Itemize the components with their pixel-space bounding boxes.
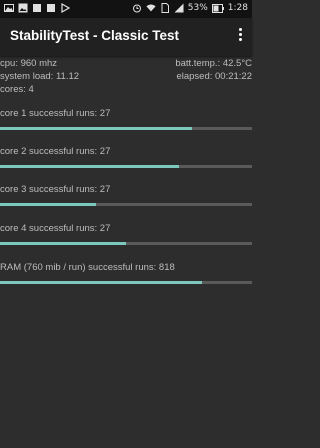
core-4-progress-bar — [0, 242, 252, 245]
battery-temperature: batt.temp.: 42.5°C — [175, 58, 252, 69]
elapsed-time: elapsed: 00:21:22 — [176, 71, 252, 82]
system-icons: 53% 1:28 — [132, 3, 248, 13]
battery-icon — [211, 3, 224, 13]
status-bar: 53% 1:28 — [0, 0, 252, 18]
core-3-runs: core 3 successful runs: 27 — [0, 184, 111, 195]
core-4-runs: core 4 successful runs: 27 — [0, 223, 111, 234]
play-store-icon — [61, 3, 70, 13]
notification-icons — [4, 3, 70, 13]
core-1-progress-fill — [0, 127, 192, 130]
overflow-menu-button[interactable] — [232, 26, 248, 48]
system-load: system load: 11.12 — [0, 71, 80, 82]
ram-progress-bar — [0, 281, 252, 284]
core-2-runs: core 2 successful runs: 27 — [0, 146, 111, 157]
core-1-progress-bar — [0, 127, 252, 130]
image-icon — [18, 3, 28, 13]
overflow-dot — [238, 33, 242, 36]
cpu-frequency: cpu: 960 mhz — [0, 58, 58, 69]
photo-icon — [4, 4, 14, 12]
core-2-progress-bar — [0, 165, 252, 168]
signal-icon — [174, 3, 184, 13]
ram-progress-fill — [0, 281, 202, 284]
core-4-progress-fill — [0, 242, 126, 245]
app-title: StabilityTest - Classic Test — [10, 28, 180, 43]
ram-runs: RAM (760 mib / run) successful runs: 818 — [0, 262, 175, 273]
core-3-progress-fill — [0, 203, 96, 206]
core-2-progress-fill — [0, 165, 179, 168]
square-icon — [47, 4, 55, 12]
battery-percent: 53% — [187, 3, 208, 13]
alarm-icon — [132, 4, 141, 13]
overflow-dot — [238, 38, 242, 41]
core-3-progress-bar — [0, 203, 252, 206]
clock: 1:28 — [227, 3, 248, 13]
wifi-icon — [146, 4, 156, 12]
sim-icon — [161, 3, 169, 13]
app-bar: StabilityTest - Classic Test — [0, 18, 252, 56]
core-1-runs: core 1 successful runs: 27 — [0, 108, 111, 119]
square-icon — [33, 4, 41, 12]
overflow-dot — [238, 28, 242, 31]
core-count: cores: 4 — [0, 84, 34, 95]
